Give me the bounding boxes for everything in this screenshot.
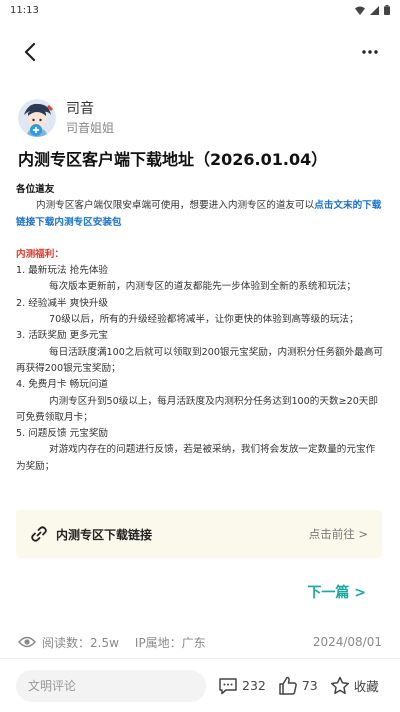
favorite-button[interactable]: 收藏: [330, 676, 379, 695]
author-name[interactable]: 司音: [66, 100, 114, 118]
link-icon: [31, 526, 47, 542]
download-card-label: 内测专区下载链接: [56, 527, 153, 542]
benefit-heading-1: 1. 最新玩法 抢先体验: [16, 265, 109, 277]
author-text: 司音 司音姐姐: [66, 100, 114, 137]
intro-text: 内测专区客户端仅限安卓端可使用，想要进入内测专区的道友可以: [36, 200, 315, 212]
ip-location: IP属地：广东: [134, 635, 206, 650]
like-button[interactable]: 73: [278, 676, 318, 695]
download-card-go[interactable]: 点击前往 >: [309, 526, 368, 542]
comment-input[interactable]: 文明评论: [16, 669, 206, 702]
benefit-heading-2: 2. 经验减半 爽快升级: [16, 297, 109, 309]
next-article-link[interactable]: 下一篇 >: [307, 582, 366, 602]
comment-count: 232: [242, 678, 266, 693]
benefit-body-3: 每日活跃度满100之后就可以领取到200银元宝奖励，内测积分任务额外最高可再获得…: [16, 346, 384, 374]
publish-date: 2024/08/01: [312, 635, 382, 649]
author-info[interactable]: 司音 司音姐姐: [18, 98, 114, 138]
benefit-body-2: 70级以后，所有的升级经验都将减半，让你更快的体验到高等级的玩法；: [49, 314, 359, 326]
article-body: 各位道友 内测专区客户端仅限安卓端可使用，想要进入内测专区的道友可以点击文末的下…: [16, 182, 384, 475]
more-dots-icon: [362, 50, 378, 54]
status-time: 11:13: [10, 4, 39, 16]
status-bar: 11:13: [0, 0, 400, 20]
bottom-action-bar: 文明评论 232 73 收藏: [0, 658, 400, 712]
battery-icon: [384, 5, 390, 15]
favorite-label: 收藏: [353, 679, 379, 694]
author-subtitle: 司音姐姐: [66, 120, 115, 135]
benefit-heading-5: 5. 问题反馈 元宝奖励: [16, 428, 109, 440]
thumbs-up-icon: [279, 676, 297, 695]
benefit-body-4: 内测专区升到50级以上，每月活跃度及内测积分任务达到100的天数≥20天即可免费…: [16, 395, 378, 423]
greeting: 各位道友: [16, 184, 55, 195]
avatar-image: [18, 99, 56, 137]
article-meta: 阅读数：2.5w IP属地：广东 2024/08/01: [18, 632, 382, 652]
status-icons: [355, 5, 390, 15]
like-count: 73: [301, 678, 318, 693]
wifi-icon: [355, 6, 365, 15]
comment-icon: [219, 677, 237, 694]
benefit-body-5: 对游戏内存在的问题进行反馈，若是被采纳，我们将会发放一定数量的元宝作为奖励；: [16, 444, 376, 472]
benefit-heading-3: 3. 活跃奖励 更多元宝: [16, 330, 109, 342]
eye-icon: [18, 636, 36, 648]
download-link-card[interactable]: 内测专区下载链接 点击前往 >: [16, 510, 382, 558]
star-icon: [330, 676, 349, 695]
benefit-heading-4: 4. 免费月卡 畅玩问道: [16, 379, 109, 391]
comment-button[interactable]: 232: [218, 677, 266, 695]
back-button[interactable]: [18, 40, 42, 64]
signal-icon: [370, 5, 379, 15]
page-title: 内测专区客户端下载地址（2026.01.04）: [18, 150, 328, 169]
avatar[interactable]: [18, 99, 56, 137]
top-navigation: [0, 30, 400, 74]
more-button[interactable]: [358, 40, 382, 64]
intro-paragraph: 内测专区客户端仅限安卓端可使用，想要进入内测专区的道友可以点击文末的下载链接下载…: [16, 198, 384, 231]
benefits-heading: 内测福利：: [16, 248, 64, 260]
benefit-body-1: 每次版本更新前，内测专区的道友都能先一步体验到全新的系统和玩法；: [49, 281, 356, 293]
read-count: 阅读数：2.5w: [42, 635, 119, 650]
back-arrow-icon: [24, 43, 36, 61]
